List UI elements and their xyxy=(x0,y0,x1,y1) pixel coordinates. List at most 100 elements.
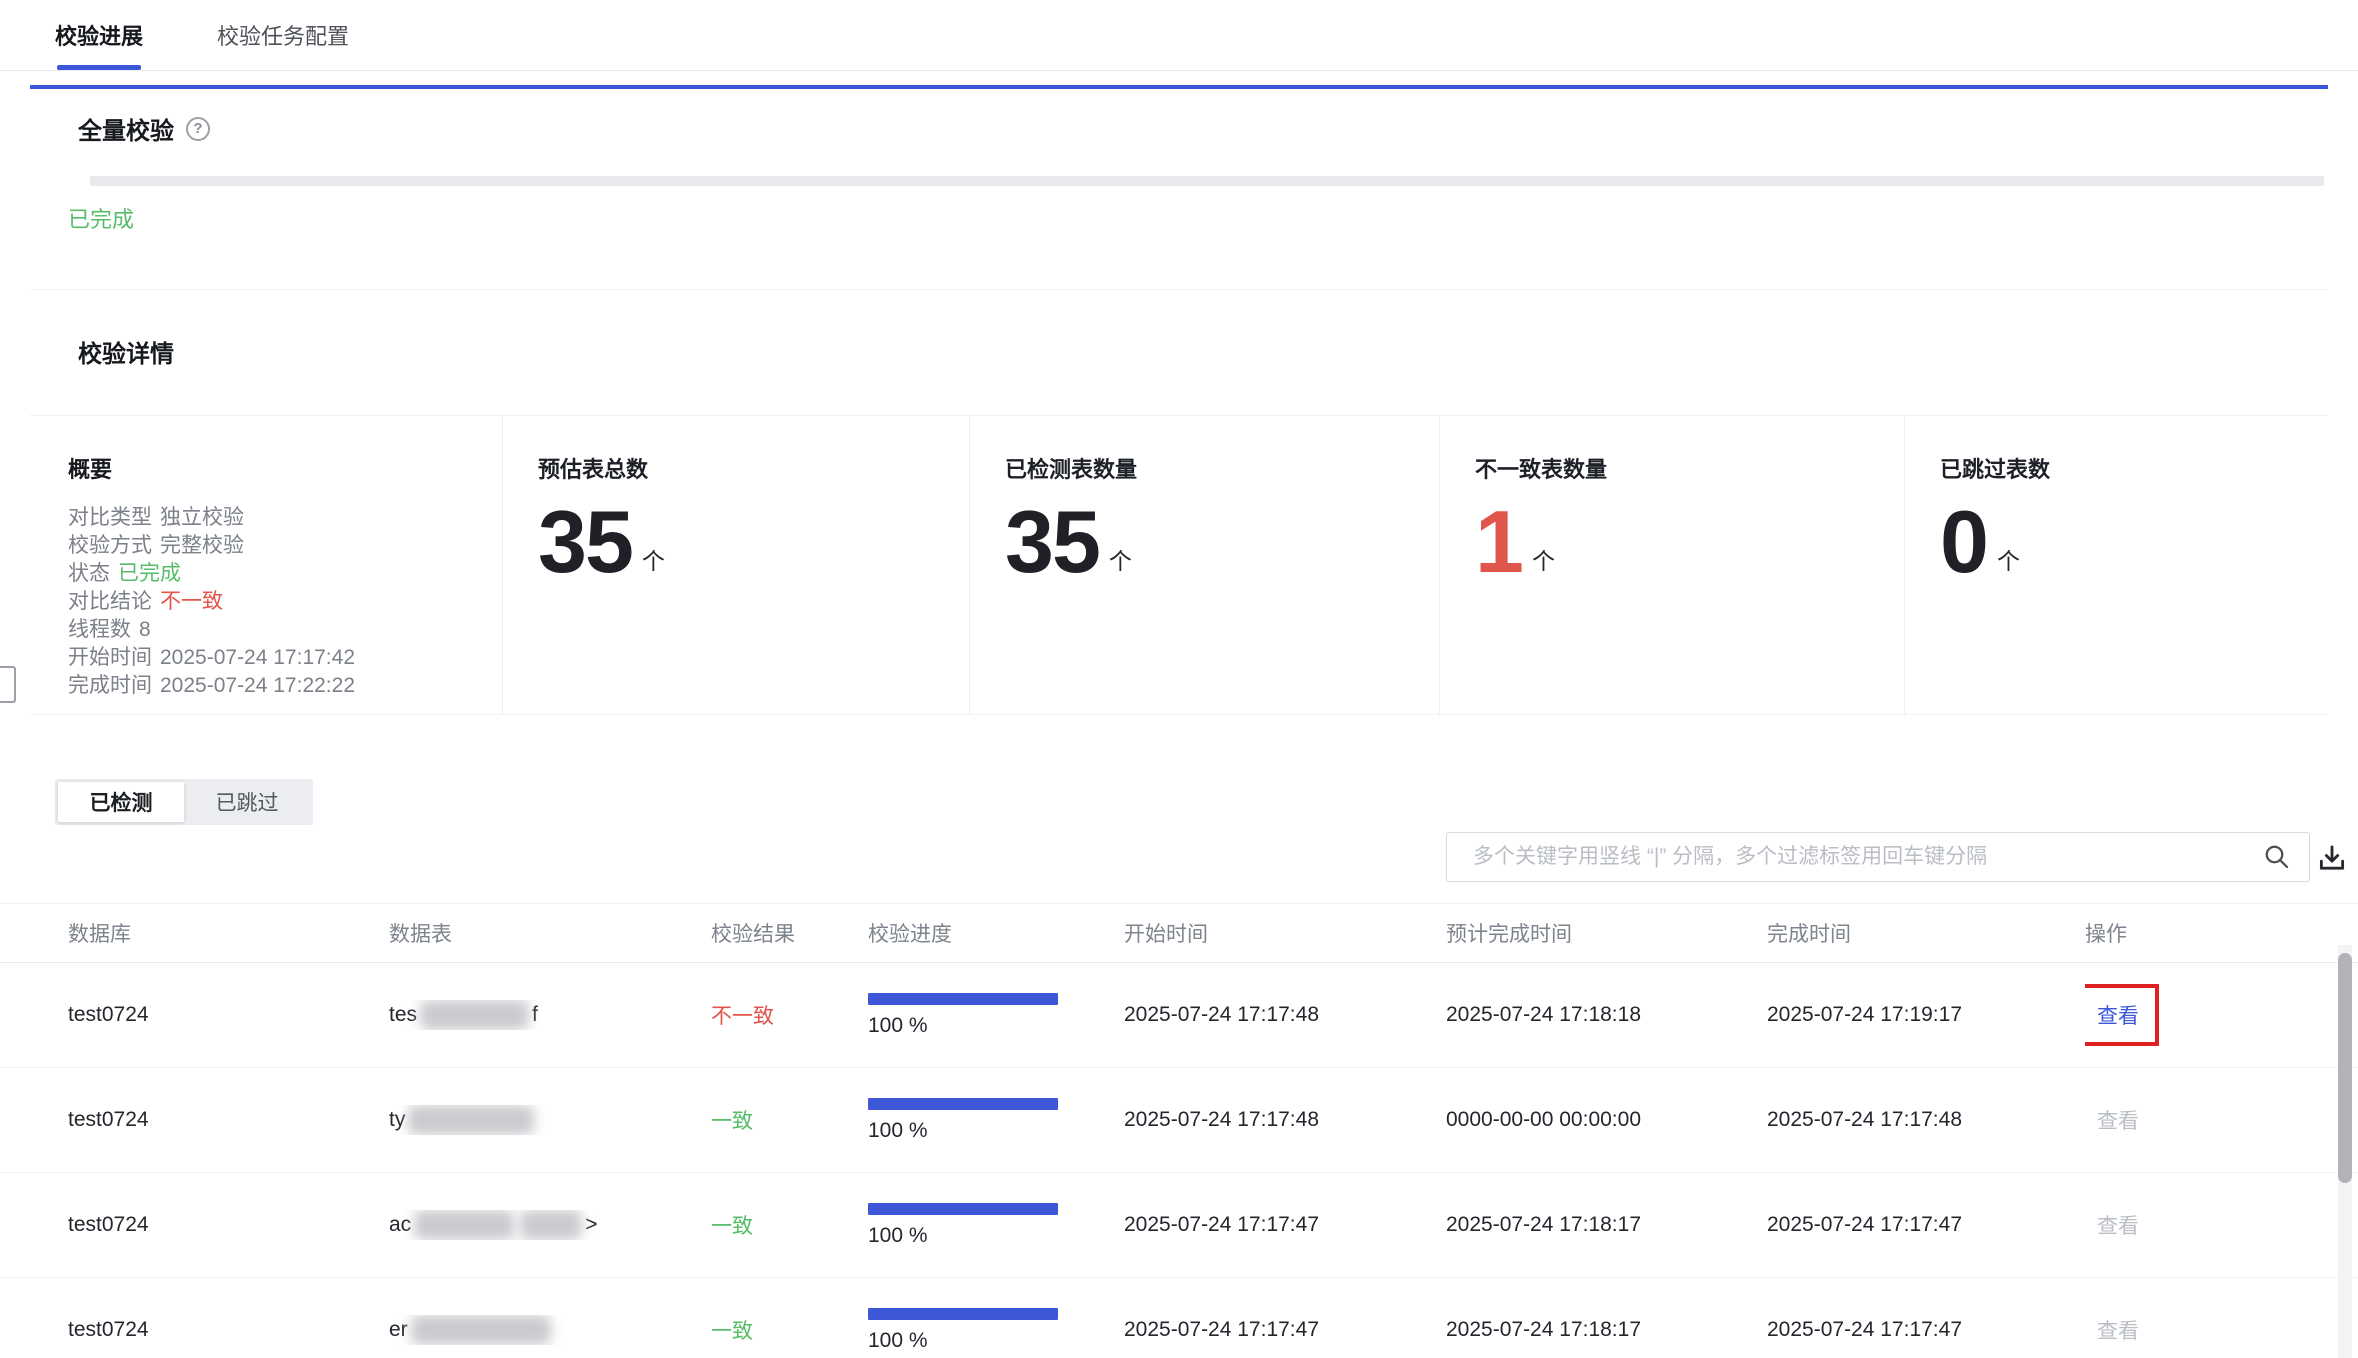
redacted-table-name xyxy=(420,1000,529,1030)
scrollbar-thumb[interactable] xyxy=(2338,953,2352,1183)
table-row: test0724 ac > 一致 100 % 2025-07-24 17:17:… xyxy=(0,1173,2358,1278)
redacted-table-name xyxy=(520,1210,582,1240)
filter-tab-checked[interactable]: 已检测 xyxy=(58,782,184,822)
stats-row: 概要 对比类型独立校验 校验方式完整校验 状态已完成 对比结论不一致 线程数8 … xyxy=(30,416,2328,714)
annotation-box: 查看 xyxy=(2085,1089,2159,1151)
cell-database: test0724 xyxy=(68,1213,389,1237)
stat-unit: 个 xyxy=(1109,542,1132,576)
question-circle-icon[interactable]: ? xyxy=(186,117,210,141)
download-icon[interactable] xyxy=(2312,839,2352,879)
stat-label: 不一致表数量 xyxy=(1475,452,1904,484)
annotation-box: 查看 xyxy=(2085,984,2159,1046)
column-header: 校验进度 xyxy=(868,918,1124,948)
cell-progress: 100 % xyxy=(868,993,1124,1038)
full-check-card: 全量校验 ? 已完成 xyxy=(30,85,2328,290)
cell-start-time: 2025-07-24 17:17:48 xyxy=(1124,1003,1446,1027)
summary-field: 校验方式完整校验 xyxy=(68,532,502,560)
progress-bar xyxy=(868,993,1058,1005)
list-toolbar: 已检测 已跳过 xyxy=(0,715,2358,893)
tab-verification-progress[interactable]: 校验进展 xyxy=(55,0,143,70)
stat-label: 已跳过表数 xyxy=(1940,452,2328,484)
progress-bar xyxy=(868,1308,1058,1320)
result-badge: 一致 xyxy=(711,1320,753,1343)
column-header: 数据表 xyxy=(389,918,711,948)
stat-value: 35 xyxy=(1005,498,1099,586)
table-row: test0724 er 一致 100 % 2025-07-24 17:17:47… xyxy=(0,1278,2358,1358)
summary-field: 对比结论不一致 xyxy=(68,588,502,616)
summary-field-value: 已完成 xyxy=(118,562,181,585)
search-input[interactable] xyxy=(1446,832,2310,882)
cell-progress: 100 % xyxy=(868,1308,1124,1353)
cell-table-name: ac > xyxy=(389,1210,711,1240)
filter-segmented-control: 已检测 已跳过 xyxy=(55,779,313,825)
search-box xyxy=(1446,832,2310,882)
progress-label: 100 % xyxy=(868,1014,1124,1038)
summary-field: 线程数 8 xyxy=(68,616,502,644)
stat-label: 已检测表数量 xyxy=(1005,452,1439,484)
stat-value: 1 xyxy=(1475,498,1522,586)
cell-finish-time: 2025-07-24 17:17:47 xyxy=(1767,1318,2085,1342)
progress-label: 100 % xyxy=(868,1329,1124,1353)
summary-field-label: 线程数 xyxy=(68,618,131,641)
cell-table-name: er xyxy=(389,1315,711,1345)
stat-unit: 个 xyxy=(642,542,665,576)
summary-field-label: 对比结论 xyxy=(68,590,152,613)
column-header: 操作 xyxy=(2085,918,2358,948)
table-row: test0724 tesf 不一致 100 % 2025-07-24 17:17… xyxy=(0,963,2358,1068)
cell-action: 查看 xyxy=(2085,1194,2358,1256)
cell-start-time: 2025-07-24 17:17:47 xyxy=(1124,1318,1446,1342)
summary-field-value: 2025-07-24 17:17:42 xyxy=(160,646,355,669)
annotation-box: 查看 xyxy=(2085,1194,2159,1256)
table-header: 数据库数据表校验结果校验进度开始时间预计完成时间完成时间操作 xyxy=(0,903,2358,963)
full-check-title: 全量校验 xyxy=(78,111,174,146)
clipped-side-widget xyxy=(0,666,16,703)
summary-title: 概要 xyxy=(68,452,502,484)
summary-field-value: 8 xyxy=(139,618,151,641)
stat-card: 已跳过表数 0 个 xyxy=(1905,416,2328,714)
summary-field-value: 独立校验 xyxy=(160,506,244,529)
summary-field-value: 完整校验 xyxy=(160,534,244,557)
progress-bar xyxy=(868,1098,1058,1110)
full-check-status: 已完成 xyxy=(68,202,2328,234)
full-check-progress-bar xyxy=(90,176,2324,186)
cell-finish-time: 2025-07-24 17:19:17 xyxy=(1767,1003,2085,1027)
summary-field-value: 不一致 xyxy=(160,590,223,613)
action-view-link: 查看 xyxy=(2097,1320,2139,1343)
filter-tab-skipped[interactable]: 已跳过 xyxy=(184,782,310,822)
summary-field: 开始时间2025-07-24 17:17:42 xyxy=(68,644,502,672)
cell-estimated-finish-time: 2025-07-24 17:18:17 xyxy=(1446,1213,1767,1237)
column-header: 校验结果 xyxy=(711,918,868,948)
cell-finish-time: 2025-07-24 17:17:48 xyxy=(1767,1108,2085,1132)
summary-fields: 对比类型独立校验 校验方式完整校验 状态已完成 对比结论不一致 线程数8 开始时… xyxy=(68,504,502,700)
result-badge: 不一致 xyxy=(711,1005,774,1028)
redacted-table-name xyxy=(414,1210,514,1240)
cell-database: test0724 xyxy=(68,1003,389,1027)
cell-action: 查看 xyxy=(2085,1089,2358,1151)
summary-field: 对比类型独立校验 xyxy=(68,504,502,532)
redacted-table-name xyxy=(411,1315,551,1345)
cell-table-name: tesf xyxy=(389,1000,711,1030)
stat-unit: 个 xyxy=(1997,542,2020,576)
stat-value: 35 xyxy=(538,498,632,586)
cell-progress: 100 % xyxy=(868,1203,1124,1248)
tab-verification-task-config[interactable]: 校验任务配置 xyxy=(217,0,349,70)
search-icon[interactable] xyxy=(2262,842,2292,872)
column-header: 完成时间 xyxy=(1767,918,2085,948)
cell-action: 查看 xyxy=(2085,984,2358,1046)
stat-card: 不一致表数量 1 个 xyxy=(1440,416,1905,714)
progress-label: 100 % xyxy=(868,1119,1124,1143)
column-header: 数据库 xyxy=(68,918,389,948)
table-row: test0724 ty 一致 100 % 2025-07-24 17:17:48… xyxy=(0,1068,2358,1173)
cell-start-time: 2025-07-24 17:17:47 xyxy=(1124,1213,1446,1237)
summary-field-label: 校验方式 xyxy=(68,534,152,557)
cell-database: test0724 xyxy=(68,1318,389,1342)
action-view-link[interactable]: 查看 xyxy=(2097,1005,2139,1028)
result-badge: 一致 xyxy=(711,1215,753,1238)
cell-database: test0724 xyxy=(68,1108,389,1132)
cell-progress: 100 % xyxy=(868,1098,1124,1143)
annotation-box: 查看 xyxy=(2085,1299,2159,1358)
summary-field-label: 完成时间 xyxy=(68,674,152,697)
cell-estimated-finish-time: 0000-00-00 00:00:00 xyxy=(1446,1108,1767,1132)
result-badge: 一致 xyxy=(711,1110,753,1133)
stat-unit: 个 xyxy=(1532,542,1555,576)
